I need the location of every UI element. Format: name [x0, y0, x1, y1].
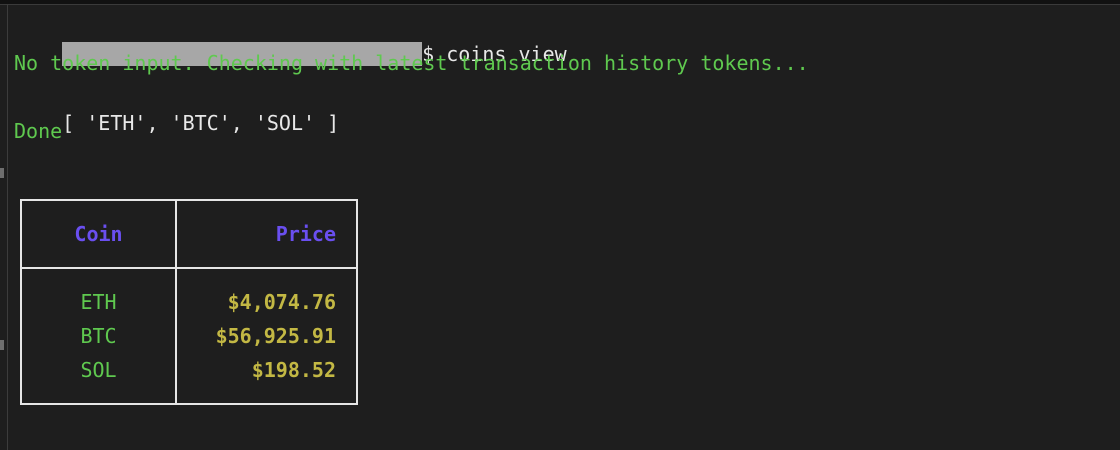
table-header-divider [22, 267, 356, 269]
table-cell-coin: BTC [80, 324, 117, 348]
table-cell-coin: SOL [80, 358, 117, 382]
token-array-output: [ 'ETH', 'BTC', 'SOL' ] [14, 84, 339, 135]
info-message: No token input. Checking with latest tra… [14, 51, 809, 75]
edge-marker [0, 340, 4, 350]
edge-marker [0, 168, 4, 178]
table-cell-price: $4,074.76 [227, 290, 336, 314]
table-header-price: Price [275, 222, 336, 246]
coins-price-table: Coin Price ETH $4,074.76 BTC $56,925.91 … [20, 199, 358, 405]
table-cell-coin: ETH [80, 290, 117, 314]
table-cell-price: $56,925.91 [215, 324, 336, 348]
command-line: $ coins view [14, 15, 567, 66]
token-array-text: [ 'ETH', 'BTC', 'SOL' ] [62, 111, 340, 135]
terminal-window[interactable]: $ coins view No token input. Checking wi… [0, 0, 1120, 450]
table-cell-price: $198.52 [251, 358, 336, 382]
done-message: Done [14, 119, 63, 143]
window-top-border [0, 0, 1120, 5]
table-header-coin: Coin [74, 222, 123, 246]
pane-divider[interactable] [7, 4, 8, 450]
